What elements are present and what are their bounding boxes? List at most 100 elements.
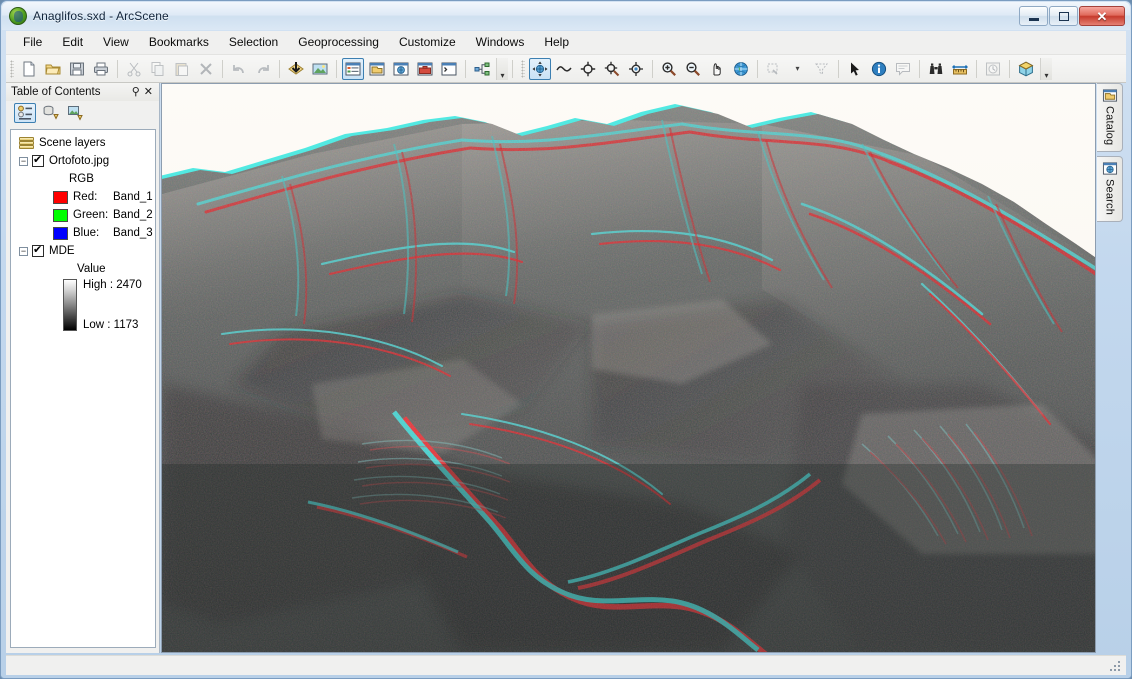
search-window-button[interactable] — [390, 58, 412, 80]
arctoolbox-button[interactable] — [414, 58, 436, 80]
zoom-in-button[interactable] — [658, 58, 680, 80]
red-band-value: Band_1 — [113, 191, 153, 203]
blue-band-value: Band_3 — [113, 227, 153, 239]
3d-effects-button[interactable] — [1015, 58, 1037, 80]
add-data-button[interactable] — [285, 58, 307, 80]
layer-checkbox-mde[interactable] — [32, 243, 44, 257]
toolbar-overflow-button[interactable]: ▾ — [496, 57, 508, 80]
clear-selection-button[interactable] — [811, 58, 833, 80]
paste-button[interactable] — [171, 58, 193, 80]
resize-grip[interactable] — [1109, 660, 1122, 673]
list-by-visibility-button[interactable] — [64, 103, 86, 123]
pan-button[interactable] — [706, 58, 728, 80]
arcscene-window: Anaglifos.sxd - ArcScene ✕ File Edit Vie… — [0, 0, 1132, 679]
menu-item-help[interactable]: Help — [535, 32, 578, 53]
close-button[interactable]: ✕ — [1079, 6, 1125, 26]
model-builder-button[interactable] — [471, 58, 493, 80]
new-document-button[interactable] — [18, 58, 40, 80]
dock-tab-search[interactable]: Search — [1097, 156, 1123, 223]
green-band-value: Band_2 — [113, 209, 153, 221]
layer-checkbox-ortofoto[interactable] — [32, 153, 44, 167]
menu-item-selection[interactable]: Selection — [220, 32, 287, 53]
minimize-button[interactable] — [1019, 6, 1048, 26]
scene-layers-label: Scene layers — [39, 137, 106, 149]
redo-button[interactable] — [252, 58, 274, 80]
title-bar: Anaglifos.sxd - ArcScene ✕ — [2, 2, 1130, 30]
tree-root-scene-layers[interactable]: Scene layers — [11, 134, 155, 152]
print-button[interactable] — [90, 58, 112, 80]
3d-cube-icon — [1018, 61, 1034, 76]
rgb-label: RGB — [69, 173, 94, 185]
menu-item-edit[interactable]: Edit — [53, 32, 92, 53]
delete-button[interactable] — [195, 58, 217, 80]
copy-button[interactable] — [147, 58, 169, 80]
list-by-source-icon — [43, 105, 59, 120]
dock-tab-catalog[interactable]: Catalog — [1097, 83, 1123, 153]
menu-item-view[interactable]: View — [94, 32, 138, 53]
select-dropdown-button[interactable]: ▾ — [787, 58, 809, 80]
find-button[interactable] — [925, 58, 947, 80]
list-by-drawing-order-button[interactable] — [14, 103, 36, 123]
zoom-to-selection-button[interactable] — [763, 58, 785, 80]
toolbar-separator — [512, 59, 513, 78]
python-window-button[interactable] — [438, 58, 460, 80]
mde-legend: High : 2470 Low : 1173 — [11, 279, 155, 331]
undo-button[interactable] — [228, 58, 250, 80]
full-extent-button[interactable] — [730, 58, 752, 80]
red-band-swatch — [53, 190, 68, 204]
layer-row-ortofoto[interactable]: − Ortofoto.jpg — [11, 152, 155, 170]
navigate-button[interactable] — [529, 57, 551, 80]
measure-ruler-icon — [952, 64, 968, 74]
scene-properties-button[interactable] — [309, 58, 331, 80]
toolbar-separator — [757, 59, 758, 78]
cut-button[interactable] — [123, 58, 145, 80]
printer-icon — [94, 62, 108, 75]
time-slider-button[interactable] — [982, 58, 1004, 80]
blue-channel-label: Blue: — [73, 227, 100, 239]
select-features-button[interactable] — [844, 58, 866, 80]
save-button[interactable] — [66, 58, 88, 80]
green-band-swatch — [53, 208, 68, 222]
toolbox-icon — [417, 62, 433, 75]
blue-band-swatch — [53, 226, 68, 240]
menu-item-bookmarks[interactable]: Bookmarks — [140, 32, 218, 53]
table-of-contents-title: Table of Contents — [11, 86, 101, 98]
toolbar-grip[interactable] — [521, 59, 525, 78]
center-on-target-button[interactable] — [577, 58, 599, 80]
menu-item-file[interactable]: File — [14, 32, 51, 53]
band-row-blue: Blue: Band_3 — [11, 224, 155, 242]
open-document-button[interactable] — [42, 58, 64, 80]
arrow-pointer-icon — [851, 62, 859, 76]
minimize-icon — [1028, 17, 1039, 21]
toggle-table-of-contents-button[interactable] — [342, 57, 364, 80]
identify-button[interactable] — [868, 58, 890, 80]
zoom-to-target-button[interactable] — [601, 58, 623, 80]
anaglyph-terrain-render[interactable] — [162, 84, 1095, 652]
fly-button[interactable] — [553, 58, 575, 80]
zoom-out-button[interactable] — [682, 58, 704, 80]
close-icon[interactable]: ✕ — [144, 86, 153, 98]
window-title: Anaglifos.sxd - ArcScene — [33, 9, 169, 23]
menu-item-customize[interactable]: Customize — [390, 32, 465, 53]
collapse-expander-mde[interactable]: − — [19, 246, 28, 256]
restore-button[interactable] — [1049, 6, 1078, 26]
toolbar-grip[interactable] — [10, 59, 14, 78]
pin-icon[interactable]: ⚲ — [132, 86, 140, 98]
toolbar-overflow-button-2[interactable]: ▾ — [1040, 57, 1052, 80]
catalog-window-button[interactable] — [366, 58, 388, 80]
layer-row-mde[interactable]: − MDE — [11, 242, 155, 260]
set-observer-button[interactable] — [625, 58, 647, 80]
toolbar-separator — [919, 59, 920, 78]
collapse-expander-ortofoto[interactable]: − — [19, 156, 28, 166]
list-by-source-button[interactable] — [39, 103, 61, 123]
menu-item-geoprocessing[interactable]: Geoprocessing — [289, 32, 388, 53]
3d-scene-view[interactable] — [161, 83, 1096, 653]
paste-icon — [175, 62, 188, 76]
red-channel-label: Red: — [73, 191, 98, 203]
menu-item-windows[interactable]: Windows — [467, 32, 534, 53]
search-window-icon — [393, 62, 409, 75]
html-popup-button[interactable] — [892, 58, 914, 80]
measure-button[interactable] — [949, 58, 971, 80]
toolbar-separator — [838, 59, 839, 78]
layer-tree[interactable]: Scene layers − Ortofoto.jpg RGB Red: Ban… — [10, 129, 156, 648]
